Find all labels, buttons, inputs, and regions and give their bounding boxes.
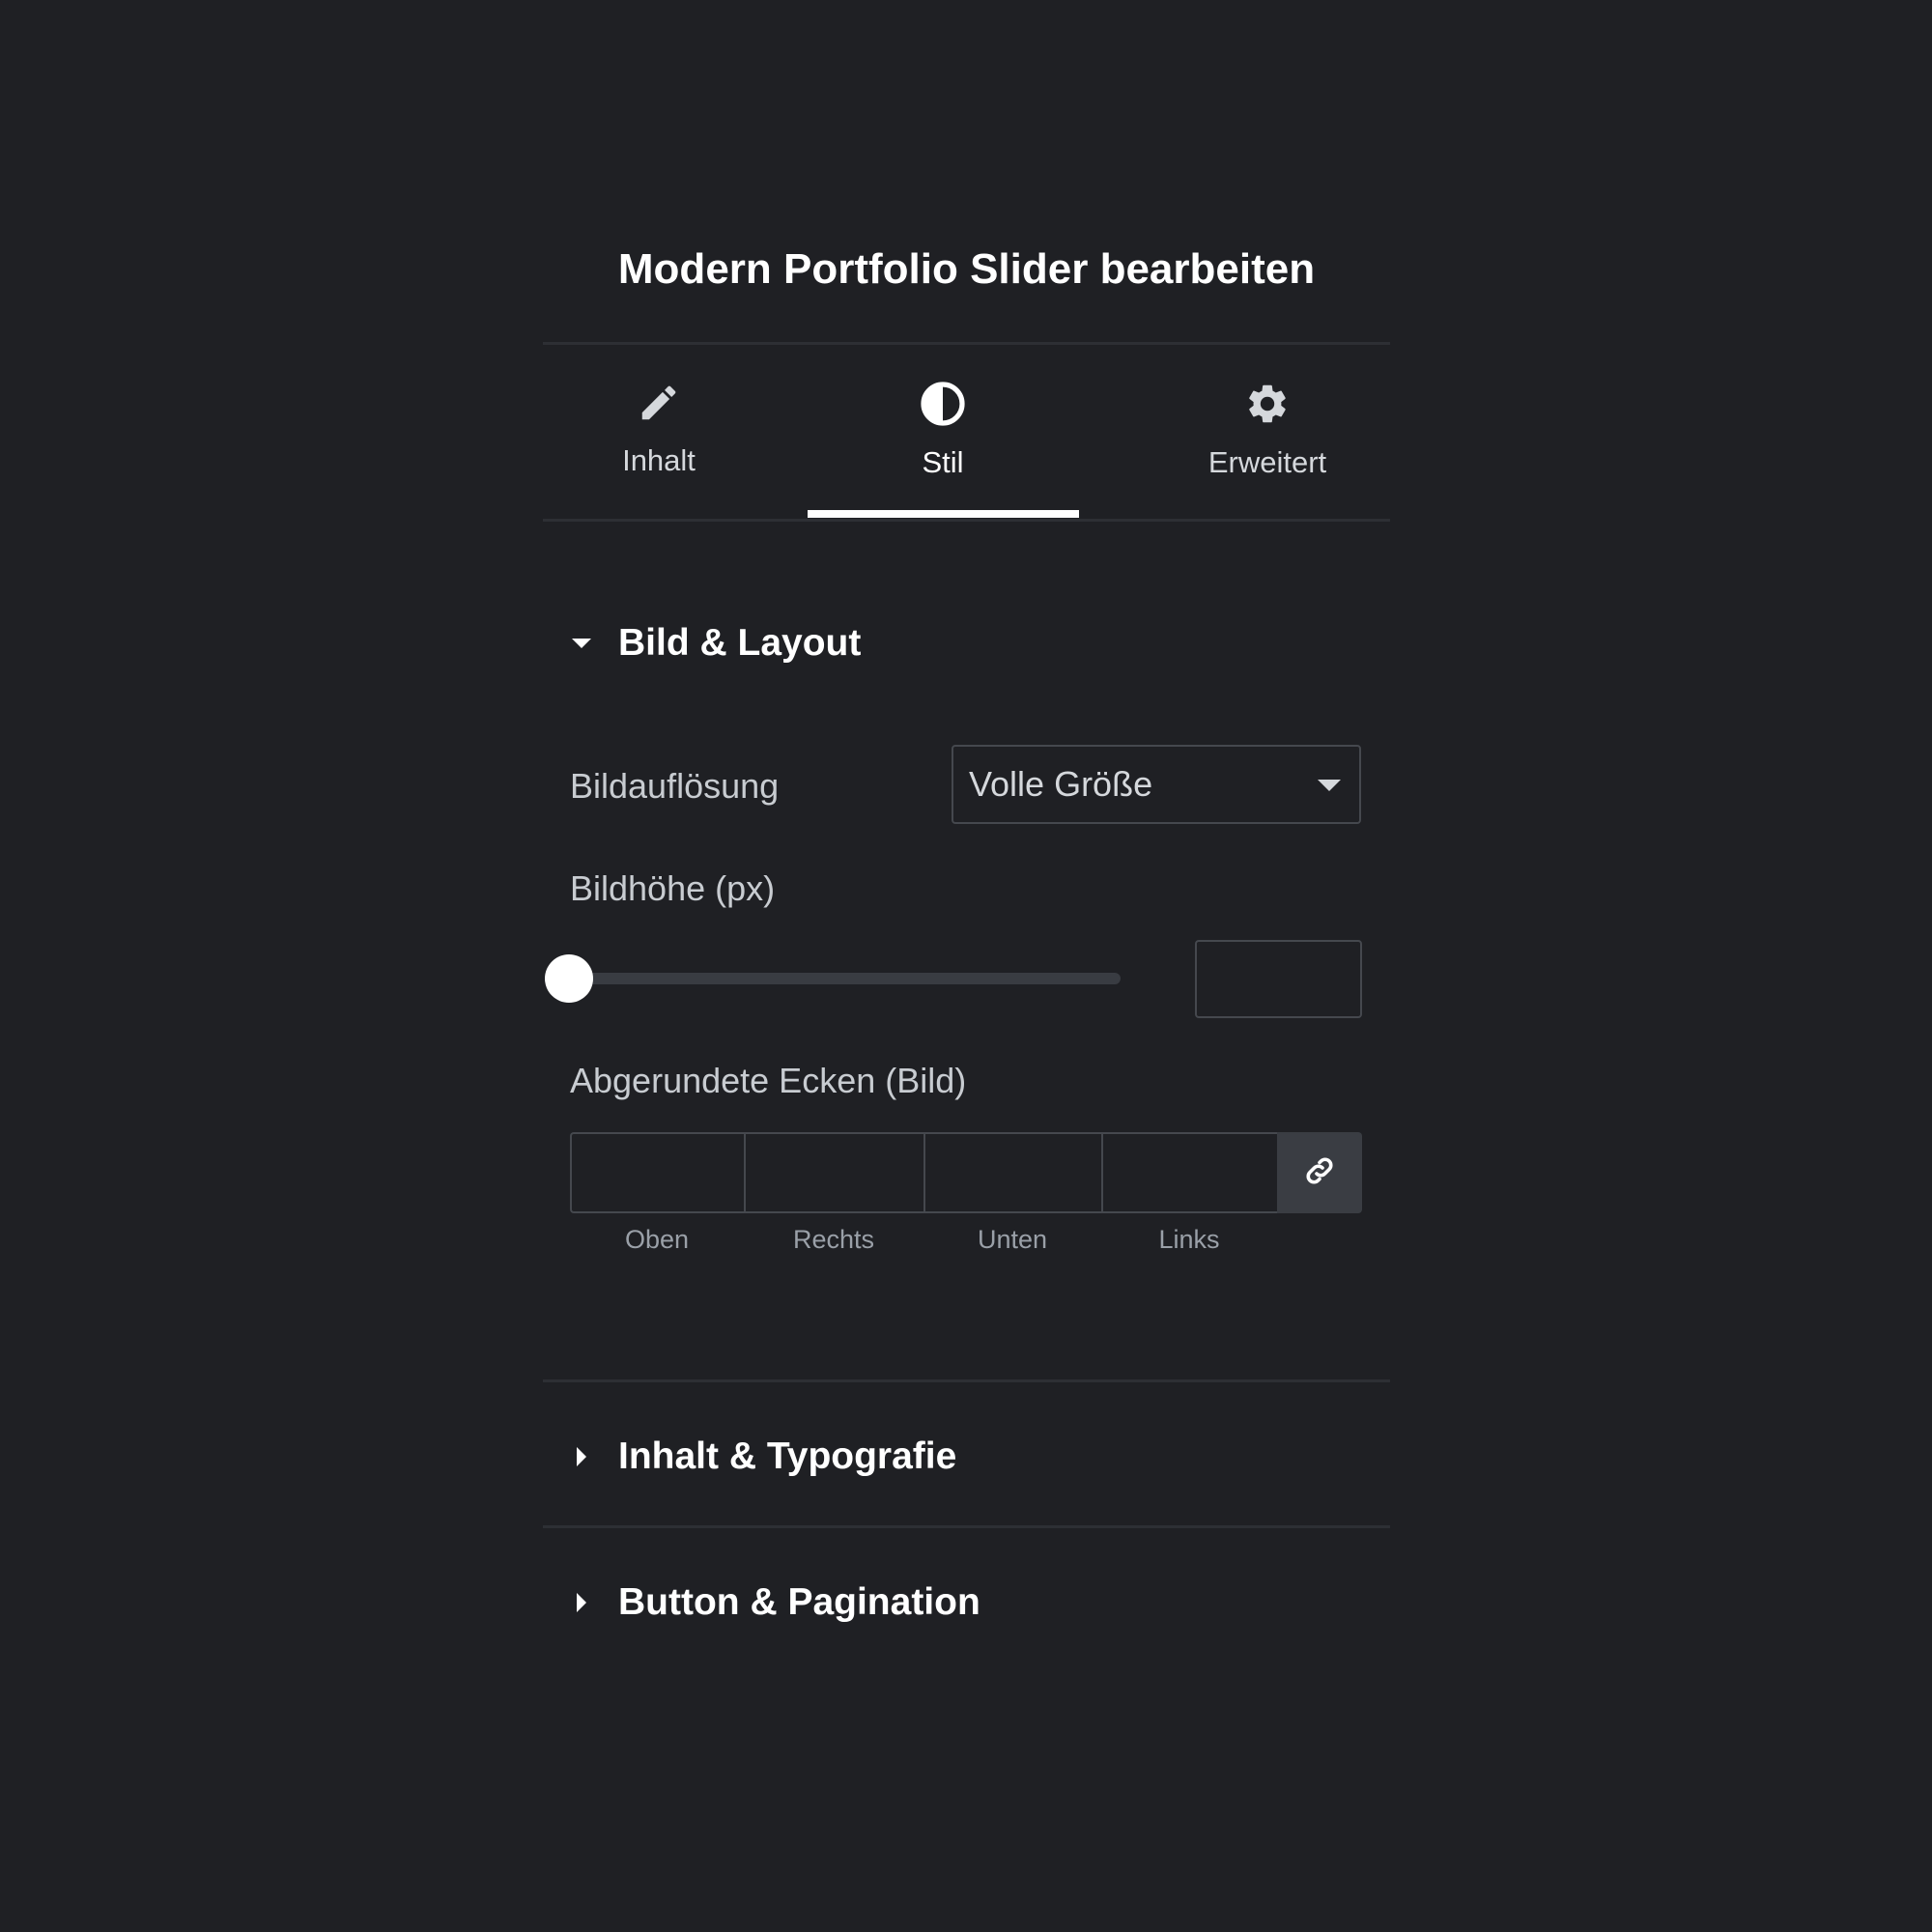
tab-label: Erweitert: [1208, 445, 1327, 479]
section-inhalt-typografie[interactable]: Inhalt & Typografie: [570, 1428, 956, 1486]
caret-down-icon: [570, 632, 593, 655]
radius-right-label: Rechts: [792, 1225, 875, 1254]
resolution-label: Bildauflösung: [570, 766, 780, 806]
height-slider-handle[interactable]: [545, 954, 593, 1003]
tab-stil[interactable]: Stil: [827, 377, 1059, 493]
section-bild-layout[interactable]: Bild & Layout: [570, 614, 861, 672]
caret-right-icon: [570, 1591, 593, 1614]
radius-right-input[interactable]: [744, 1132, 923, 1213]
divider: [543, 1525, 1390, 1528]
tab-label: Inhalt: [622, 443, 696, 477]
link-values-button[interactable]: [1277, 1132, 1362, 1213]
editor-panel: Modern Portfolio Slider bearbeiten Inhal…: [543, 0, 1390, 1932]
tab-label: Stil: [922, 445, 964, 479]
caret-right-icon: [570, 1445, 593, 1468]
chevron-down-icon: [1317, 779, 1342, 797]
radius-left-input[interactable]: [1101, 1132, 1277, 1213]
radius-left-label: Links: [1158, 1225, 1220, 1254]
radius-dimensions: [570, 1132, 1362, 1213]
section-button-pagination[interactable]: Button & Pagination: [570, 1574, 980, 1632]
height-input[interactable]: [1195, 940, 1362, 1018]
divider: [543, 342, 1390, 345]
section-title: Button & Pagination: [618, 1581, 980, 1623]
section-title: Inhalt & Typografie: [618, 1435, 957, 1477]
gear-icon: [1161, 381, 1374, 432]
active-tab-indicator: [808, 510, 1079, 518]
tab-erweitert[interactable]: Erweitert: [1161, 377, 1374, 493]
tab-inhalt[interactable]: Inhalt: [582, 377, 736, 493]
divider: [543, 519, 1390, 522]
pencil-icon: [582, 381, 736, 430]
resolution-select[interactable]: Volle Größe: [952, 745, 1361, 824]
radius-label: Abgerundete Ecken (Bild): [570, 1061, 967, 1100]
panel-title: Modern Portfolio Slider bearbeiten: [617, 245, 1316, 293]
divider: [543, 1379, 1390, 1382]
radius-top-label: Oben: [624, 1225, 690, 1254]
radius-bottom-label: Unten: [977, 1225, 1048, 1254]
link-icon: [1302, 1153, 1337, 1193]
radius-top-input[interactable]: [570, 1132, 744, 1213]
radius-bottom-input[interactable]: [923, 1132, 1101, 1213]
resolution-value: Volle Größe: [969, 764, 1153, 804]
height-slider-track[interactable]: [570, 973, 1121, 984]
section-title: Bild & Layout: [618, 622, 862, 664]
height-label: Bildhöhe (px): [570, 868, 776, 908]
contrast-icon: [827, 381, 1059, 432]
